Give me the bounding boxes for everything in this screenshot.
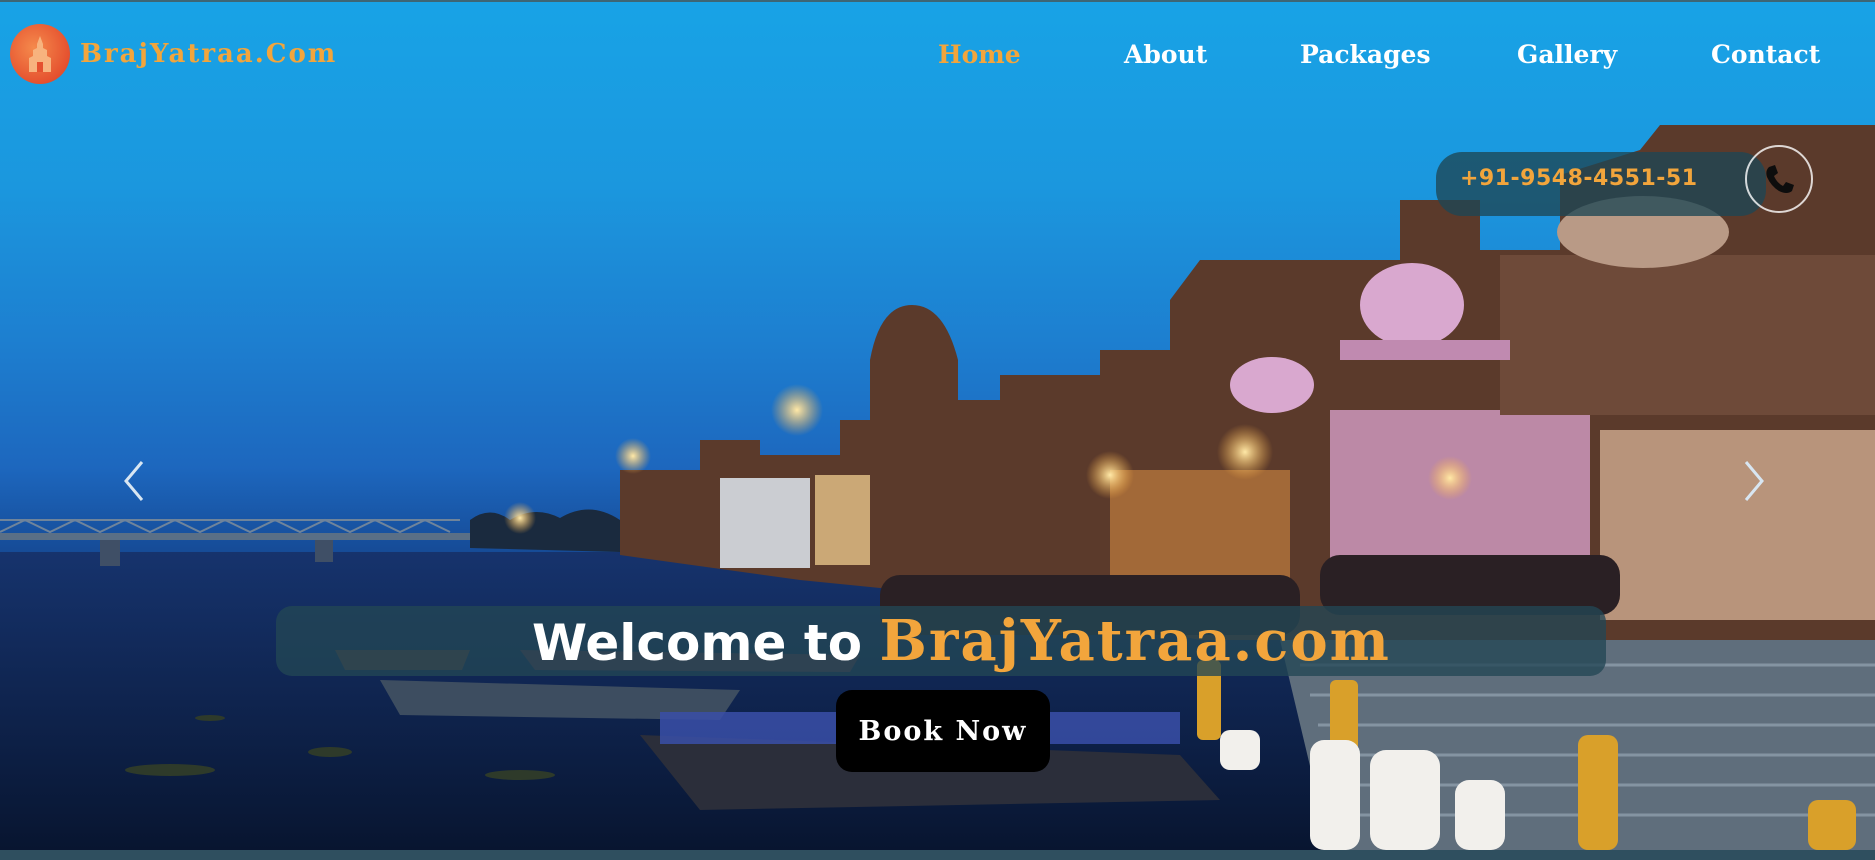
phone-number[interactable]: +91-9548-4551-51	[1460, 166, 1698, 191]
nav-contact[interactable]: Contact	[1711, 40, 1820, 69]
nav-about[interactable]: About	[1124, 40, 1207, 69]
phone-icon	[1766, 165, 1794, 193]
bottom-border	[0, 850, 1875, 860]
welcome-brand: BrajYatraa.com	[879, 608, 1391, 674]
call-button[interactable]	[1745, 145, 1813, 213]
hero-heading: Welcome to BrajYatraa.com	[532, 606, 1391, 676]
chevron-right-icon[interactable]	[1740, 458, 1768, 504]
main-nav: Home About Packages Gallery Contact	[0, 40, 1875, 80]
chevron-left-icon[interactable]	[120, 458, 148, 504]
book-now-button[interactable]: Book Now	[836, 690, 1050, 772]
top-border	[0, 0, 1875, 2]
nav-home[interactable]: Home	[938, 40, 1021, 69]
nav-gallery[interactable]: Gallery	[1517, 40, 1617, 69]
nav-packages[interactable]: Packages	[1300, 40, 1431, 69]
welcome-prefix: Welcome to	[532, 614, 863, 672]
